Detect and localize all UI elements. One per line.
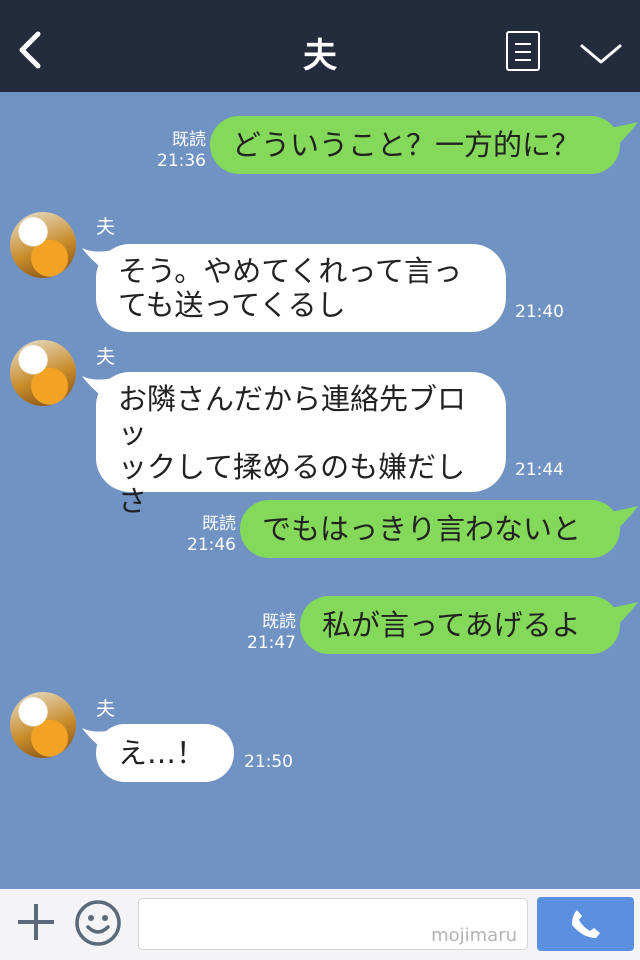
message-bubble-theirs[interactable]: お隣さんだから連絡先ブロッ ックして揉めるのも嫌だし さ	[96, 372, 506, 518]
message-line: ックして揉めるのも嫌だし	[118, 450, 466, 484]
message-text: でもはっきり言わないと	[262, 512, 582, 546]
chat-header: 夫	[0, 0, 640, 92]
message-bubble-mine[interactable]: でもはっきり言わないと	[240, 500, 620, 558]
avatar[interactable]	[10, 212, 76, 278]
message-line: そう。やめてくれって言っ	[118, 254, 462, 288]
message-time: 21:44	[515, 460, 564, 480]
message-line: ても送ってくるし	[118, 288, 346, 322]
sender-name: 夫	[96, 216, 116, 238]
message-text: 私が言ってあげるよ	[322, 608, 581, 642]
chat-title: 夫	[303, 36, 337, 76]
sender-name: 夫	[96, 698, 116, 720]
message-input[interactable]: mojimaru	[138, 898, 528, 950]
message-line: お隣さんだから連絡先ブロッ	[118, 382, 467, 450]
message-list[interactable]: 既読 21:36 どういうこと？一方的に？ 夫 そう。やめてくれって言っ ても送…	[0, 92, 640, 889]
watermark: mojimaru	[431, 925, 517, 946]
read-receipt: 既読 21:46	[187, 514, 236, 555]
message-bubble-theirs[interactable]: そう。やめてくれって言っ ても送ってくるし	[96, 244, 506, 332]
smiley-icon[interactable]	[74, 899, 122, 947]
message-text: どういうこと？一方的に？	[232, 128, 581, 162]
sender-name: 夫	[96, 346, 116, 368]
read-receipt: 既読 21:47	[247, 612, 296, 653]
phone-icon	[572, 910, 600, 938]
plus-icon[interactable]	[15, 901, 57, 943]
menu-list-icon[interactable]	[506, 31, 540, 71]
message-bubble-theirs[interactable]: え…！	[96, 724, 234, 782]
call-button[interactable]	[537, 897, 634, 951]
read-receipt: 既読 21:36	[157, 130, 206, 171]
chevron-down-icon[interactable]	[578, 40, 624, 68]
message-text: え…！	[118, 736, 206, 770]
message-time: 21:40	[515, 302, 564, 322]
message-time: 21:50	[244, 752, 293, 772]
input-bar: mojimaru	[0, 889, 640, 960]
message-bubble-mine[interactable]: どういうこと？一方的に？	[210, 116, 620, 174]
avatar[interactable]	[10, 340, 76, 406]
avatar[interactable]	[10, 692, 76, 758]
message-bubble-mine[interactable]: 私が言ってあげるよ	[300, 596, 620, 654]
